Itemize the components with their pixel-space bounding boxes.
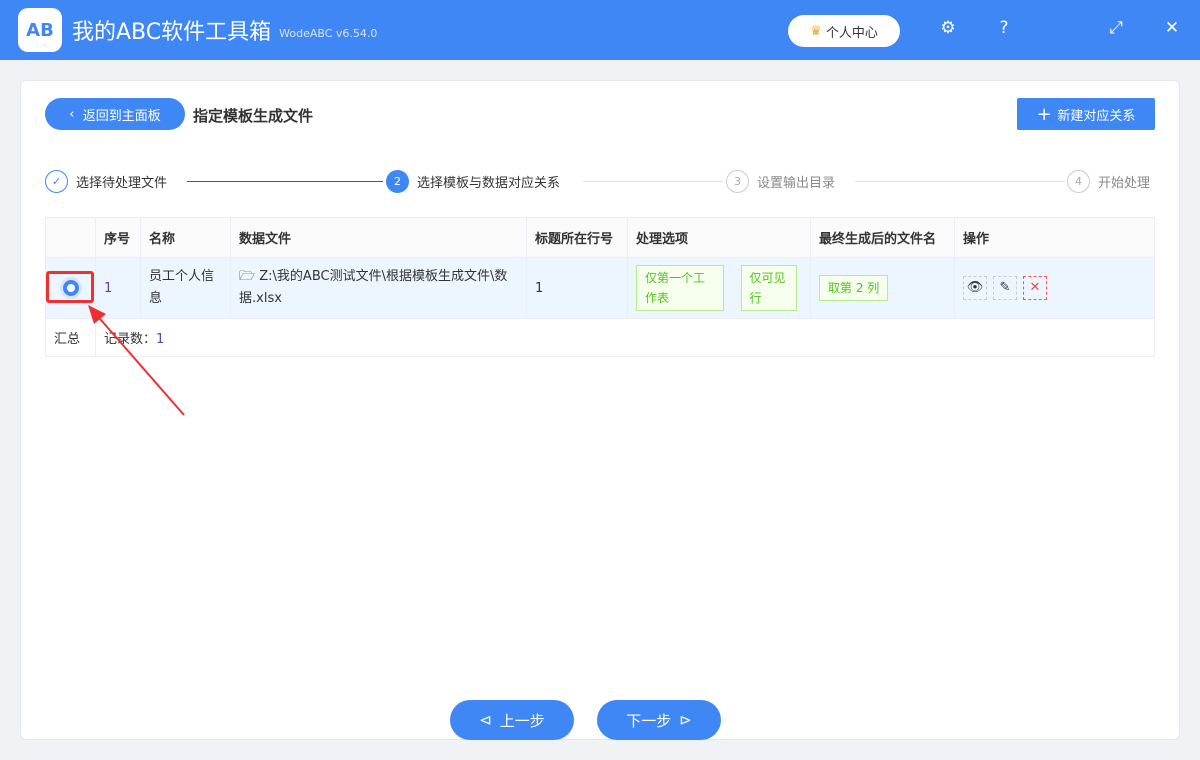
folder-icon[interactable]: 🗁 xyxy=(239,269,259,284)
plus-icon: + xyxy=(1036,103,1058,125)
stepper: ✓ 选择待处理文件 2 选择模板与数据对应关系 3 设置输出目录 4 开始处理 xyxy=(45,170,1155,194)
prev-step-button[interactable]: ⊲ 上一步 xyxy=(450,700,574,740)
chevron-right-circle-icon: ⊳ xyxy=(679,711,692,729)
delete-icon[interactable]: ✕ xyxy=(1023,276,1047,300)
relation-table: 序号 名称 数据文件 标题所在行号 处理选项 最终生成后的文件名 操作 1 员工… xyxy=(45,217,1155,357)
title-bar: AB 我的ABC软件工具箱 WodeABC v6.54.0 ♛ 个人中心 ⚙ ?… xyxy=(0,0,1200,60)
settings-icon[interactable]: ⚙ xyxy=(936,18,960,38)
next-step-button[interactable]: 下一步 ⊳ xyxy=(597,700,721,740)
filename-tag: 取第 2 列 xyxy=(819,275,889,301)
highlight-box xyxy=(46,271,94,303)
table-header: 序号 名称 数据文件 标题所在行号 处理选项 最终生成后的文件名 操作 xyxy=(45,217,1155,258)
chevron-left-icon: ‹ xyxy=(69,106,83,122)
chevron-left-circle-icon: ⊲ xyxy=(479,711,492,729)
back-button[interactable]: ‹ 返回到主面板 xyxy=(45,98,185,130)
app-logo: AB xyxy=(18,8,62,52)
new-relation-button[interactable]: + 新建对应关系 xyxy=(1017,98,1155,130)
step-3: 3 设置输出目录 xyxy=(726,170,835,193)
app-title: 我的ABC软件工具箱 xyxy=(72,20,272,45)
main-panel: ‹ 返回到主面板 指定模板生成文件 + 新建对应关系 ✓ 选择待处理文件 2 选择模… xyxy=(20,80,1180,740)
summary-row: 汇总 记录数：1 xyxy=(45,318,1155,357)
table-row[interactable]: 1 员工个人信息 🗁 Z:\我的ABC测试文件\根据模板生成文件\数据.xlsx… xyxy=(45,257,1155,319)
maximize-icon[interactable]: ⤢ xyxy=(1104,18,1128,38)
user-center-button[interactable]: ♛ 个人中心 xyxy=(788,15,900,47)
annotation-arrow-icon xyxy=(88,305,185,416)
help-icon[interactable]: ? xyxy=(992,18,1016,38)
view-icon[interactable]: 👁 xyxy=(963,276,987,300)
app-version: WodeABC v6.54.0 xyxy=(279,26,378,40)
close-icon[interactable]: ✕ xyxy=(1160,18,1184,38)
data-file-path: Z:\我的ABC测试文件\根据模板生成文件\数据.xlsx xyxy=(239,269,508,306)
edit-icon[interactable]: ✎ xyxy=(993,276,1017,300)
step-4: 4 开始处理 xyxy=(1067,170,1150,193)
page-title: 指定模板生成文件 xyxy=(193,107,314,125)
step-1: ✓ 选择待处理文件 xyxy=(45,170,167,193)
option-tag: 仅可见行 xyxy=(740,265,797,311)
option-tag: 仅第一个工作表 xyxy=(636,265,724,311)
step-2: 2 选择模板与数据对应关系 xyxy=(386,170,560,193)
crown-icon: ♛ xyxy=(810,23,822,39)
